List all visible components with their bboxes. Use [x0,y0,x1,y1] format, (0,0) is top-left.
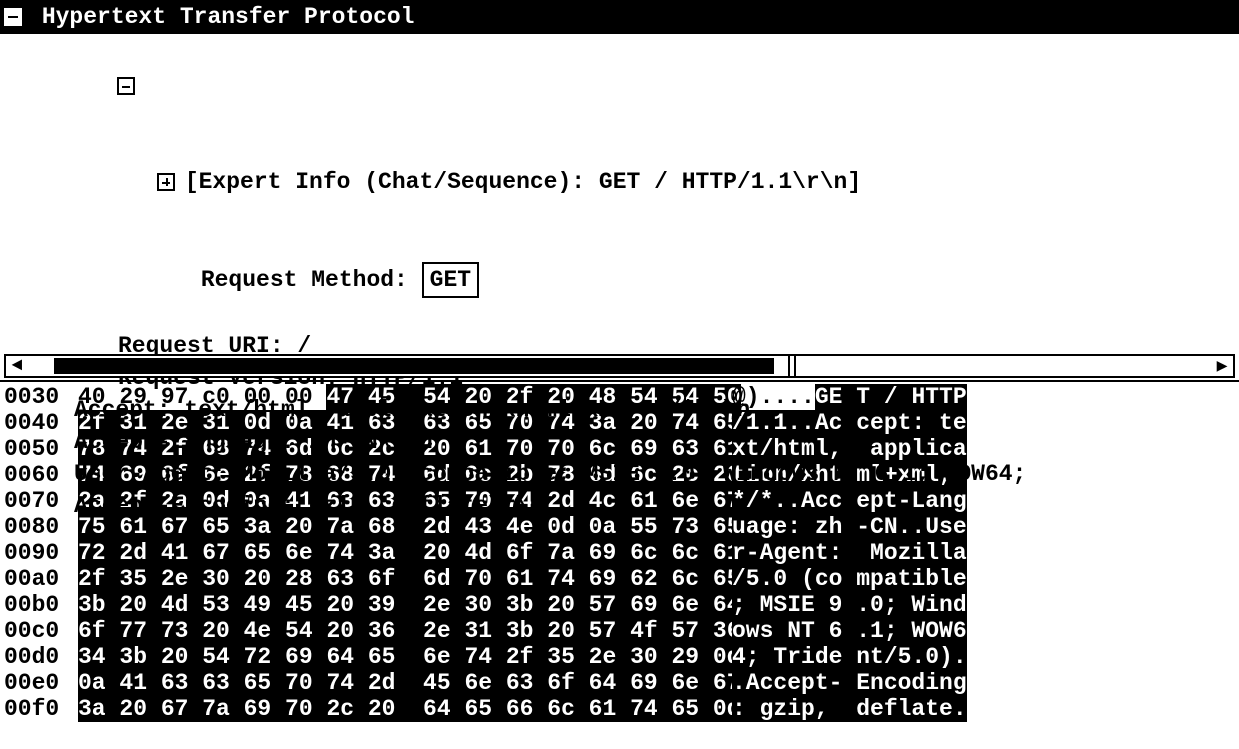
hex-row[interactable]: 00b03b 20 4d 53 49 45 20 39 2e 30 3b 20 … [0,592,1239,618]
hex-offset: 00c0 [0,618,74,644]
hex-ascii: : gzip, deflate. [714,696,1044,722]
hex-row[interactable]: 00a02f 35 2e 30 20 28 63 6f 6d 70 61 74 … [0,566,1239,592]
hex-offset: 0090 [0,540,74,566]
hex-ascii: /5.0 (co mpatible [714,566,1044,592]
hex-ascii: ows NT 6 .1; WOW6 [714,618,1044,644]
hex-ascii: r-Agent: Mozilla [714,540,1044,566]
hex-bytes: 2f 35 2e 30 20 28 63 6f 6d 70 61 74 69 6… [74,566,714,592]
expert-info-line[interactable]: [Expert Info (Chat/Sequence): GET / HTTP… [34,134,1239,230]
method-label: Request Method: [201,267,422,293]
accept-language-line[interactable]: Accept-Language: zh-CN\r\n [34,426,1239,458]
hex-bytes: 72 2d 41 67 65 6e 74 3a 20 4d 6f 7a 69 6… [74,540,714,566]
scroll-track[interactable] [30,356,1209,376]
hex-offset: 00d0 [0,644,74,670]
scroll-thumb[interactable] [54,358,774,374]
method-value: GET [422,262,479,298]
collapse-icon[interactable] [117,77,135,95]
user-agent-line[interactable]: User-Agent: Mozilla/5.0 (compatible; MSI… [34,458,1239,490]
hex-offset: 00b0 [0,592,74,618]
hex-bytes: 6f 77 73 20 4e 54 20 36 2e 31 3b 20 57 4… [74,618,714,644]
hex-row[interactable]: 00c06f 77 73 20 4e 54 20 36 2e 31 3b 20 … [0,618,1239,644]
accept-encoding-line[interactable]: Accept-Encoding: gzip, deflate\r\n [34,490,1239,522]
hex-bytes: 3a 20 67 7a 69 70 2c 20 64 65 66 6c 61 7… [74,696,714,722]
accept-header-line[interactable]: Accept: text/html, application/xhtml+xml… [34,394,1239,426]
hex-bytes: 0a 41 63 63 65 70 74 2d 45 6e 63 6f 64 6… [74,670,714,696]
expand-icon[interactable] [157,173,175,191]
request-method-line[interactable]: Request Method: GET [34,230,1239,330]
horizontal-scrollbar[interactable]: ◄ ▶ [4,354,1235,378]
hex-ascii: 4; Tride nt/5.0). [714,644,1044,670]
hex-bytes: 34 3b 20 54 72 69 64 65 6e 74 2f 35 2e 3… [74,644,714,670]
hex-offset: 00a0 [0,566,74,592]
hex-ascii: .Accept- Encoding [714,670,1044,696]
request-line-group[interactable] [34,38,1239,134]
expert-info-text: [Expert Info (Chat/Sequence): GET / HTTP… [185,169,861,195]
hex-ascii: ; MSIE 9 .0; Wind [714,592,1044,618]
hex-row[interactable]: 009072 2d 41 67 65 6e 74 3a 20 4d 6f 7a … [0,540,1239,566]
hex-offset: 00e0 [0,670,74,696]
scroll-marker [788,356,796,376]
collapse-icon[interactable] [4,8,22,26]
packet-details-pane[interactable]: Hypertext Transfer Protocol [Expert Info… [0,0,1239,380]
protocol-title: Hypertext Transfer Protocol [42,4,415,30]
hex-row[interactable]: 00e00a 41 63 63 65 70 74 2d 45 6e 63 6f … [0,670,1239,696]
hex-row[interactable]: 00d034 3b 20 54 72 69 64 65 6e 74 2f 35 … [0,644,1239,670]
scroll-right-icon[interactable]: ▶ [1211,356,1233,376]
protocol-header[interactable]: Hypertext Transfer Protocol [0,0,1239,34]
scroll-left-icon[interactable]: ◄ [6,356,28,376]
hex-row[interactable]: 00f03a 20 67 7a 69 70 2c 20 64 65 66 6c … [0,696,1239,722]
hex-bytes: 3b 20 4d 53 49 45 20 39 2e 30 3b 20 57 6… [74,592,714,618]
hex-offset: 00f0 [0,696,74,722]
